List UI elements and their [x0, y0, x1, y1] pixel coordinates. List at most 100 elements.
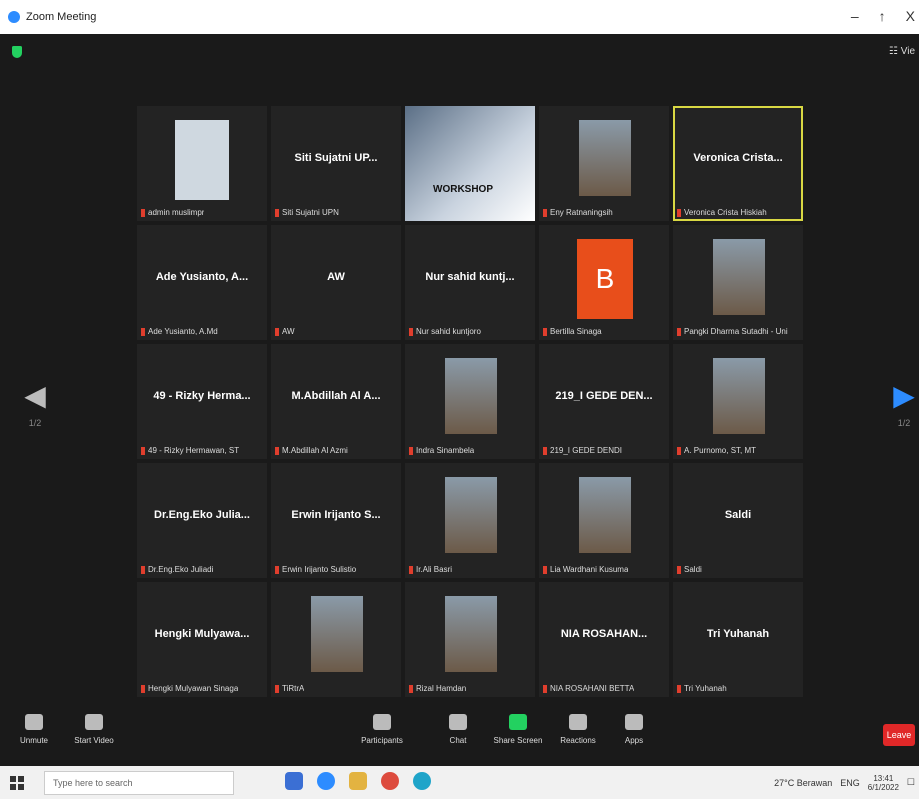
participant-name: A. Purnomo, ST, MT [684, 446, 757, 455]
participant-tile[interactable]: Veronica Crista... Veronica Crista Hiskia… [673, 106, 803, 221]
participant-name-label: Saldi [677, 565, 702, 574]
participant-name: NIA ROSAHANI BETTA [550, 684, 635, 693]
muted-mic-icon [543, 327, 547, 336]
security-shield-icon[interactable] [12, 46, 22, 58]
profile-picture [311, 596, 363, 672]
windows-start-icon[interactable] [10, 775, 24, 790]
participant-tile[interactable]: Erwin Irijanto S... Erwin Irijanto Sulist… [271, 463, 401, 578]
prev-page-button[interactable]: ◀ 1/2 [20, 379, 50, 439]
participant-name-label: 219_I GEDE DENDI [543, 446, 622, 455]
window-titlebar: Zoom Meeting – ↑ X [0, 0, 919, 34]
taskbar-search-input[interactable]: Type here to search [44, 770, 234, 795]
participant-name-label: Ade Yusianto, A.Md [141, 327, 218, 336]
muted-mic-icon [677, 208, 681, 217]
reactions-button[interactable]: Reactions [548, 714, 608, 745]
participant-tile[interactable]: B Bertilla Sinaga [539, 225, 669, 340]
shared-video-image: WORKSHOP [405, 106, 535, 221]
participant-tile[interactable]: Pangki Dharma Sutadhi - Uni [673, 225, 803, 340]
chat-button[interactable]: Chat [428, 714, 488, 745]
participant-display-name: 49 - Rizky Herma... [153, 390, 251, 402]
participant-tile[interactable]: admin muslimpr [137, 106, 267, 221]
meeting-toolbar: Unmute Start Video Participants Chat Sha… [0, 704, 919, 766]
profile-picture [713, 358, 765, 434]
profile-picture [579, 477, 631, 553]
participant-tile[interactable]: Dr.Eng.Eko Julia... Dr.Eng.Eko Juliadi [137, 463, 267, 578]
close-button[interactable]: X [906, 8, 915, 24]
participant-name-label: Pangki Dharma Sutadhi - Uni [677, 327, 788, 336]
view-button[interactable]: ☷ Vie [889, 46, 915, 57]
task-view-icon[interactable] [285, 772, 303, 790]
meeting-area: ☷ Vie ◀ 1/2 ▶ 1/2 admin muslimpr Siti Suj… [0, 34, 919, 704]
participant-tile[interactable]: Eny Ratnaningsih [539, 106, 669, 221]
participant-name-label: Bertilla Sinaga [543, 327, 602, 336]
participant-name-label: admin muslimpr [141, 208, 204, 217]
clock-time[interactable]: 13:41 [873, 774, 893, 783]
participant-tile[interactable]: Rizal Hamdan [405, 582, 535, 697]
participant-name: Tri Yuhanah [684, 684, 727, 693]
chrome-icon[interactable] [381, 772, 399, 790]
participant-tile[interactable]: Lia Wardhani Kusuma [539, 463, 669, 578]
participant-tile[interactable]: Saldi Saldi [673, 463, 803, 578]
participant-name-label: NIA ROSAHANI BETTA [543, 684, 634, 693]
participant-tile[interactable]: Nur sahid kuntj... Nur sahid kuntjoro [405, 225, 535, 340]
participant-tile[interactable]: Tri Yuhanah Tri Yuhanah [673, 582, 803, 697]
participant-name: Rizal Hamdan [416, 684, 467, 693]
participant-tile[interactable]: Siti Sujatni UP... Siti Sujatni UPN [271, 106, 401, 221]
participant-display-name: Siti Sujatni UP... [294, 152, 378, 164]
participant-name-label: Indra Sinambela [409, 446, 474, 455]
participant-tile[interactable]: WORKSHOP [405, 106, 535, 221]
participant-name: Bertilla Sinaga [550, 327, 602, 336]
apps-button[interactable]: Apps [604, 714, 664, 745]
participant-tile[interactable]: Ade Yusianto, A... Ade Yusianto, A.Md [137, 225, 267, 340]
next-page-button[interactable]: ▶ 1/2 [889, 379, 919, 439]
participants-button[interactable]: Participants [352, 714, 412, 745]
participant-name-label: Veronica Crista Hiskiah [677, 208, 767, 217]
participant-tile[interactable]: Hengki Mulyawa... Hengki Mulyawan Sinaga [137, 582, 267, 697]
participant-tile[interactable]: AW AW [271, 225, 401, 340]
participant-name: 219_I GEDE DENDI [550, 446, 623, 455]
participant-tile[interactable]: A. Purnomo, ST, MT [673, 344, 803, 459]
participants-label: Participants [361, 736, 403, 745]
muted-mic-icon [677, 327, 681, 336]
notification-icon[interactable]: ☐ [907, 777, 915, 788]
participant-name-label: M.Abdillah Al Azmi [275, 446, 348, 455]
language-label[interactable]: ENG [840, 778, 860, 788]
share-screen-button[interactable]: Share Screen [488, 714, 548, 745]
participant-tile[interactable]: NIA ROSAHAN... NIA ROSAHANI BETTA [539, 582, 669, 697]
profile-picture [579, 120, 631, 196]
participant-tile[interactable]: TiRtrA [271, 582, 401, 697]
muted-mic-icon [141, 684, 145, 693]
start-video-button[interactable]: Start Video [64, 714, 124, 745]
muted-mic-icon [409, 446, 413, 455]
chevron-right-icon: ▶ [893, 380, 915, 411]
file-explorer-icon[interactable] [349, 772, 367, 790]
start-video-label: Start Video [74, 736, 114, 745]
participant-tile[interactable]: 219_I GEDE DEN... 219_I GEDE DENDI [539, 344, 669, 459]
edge-icon[interactable] [413, 772, 431, 790]
participant-tile[interactable]: M.Abdillah Al A... M.Abdillah Al Azmi [271, 344, 401, 459]
unmute-button[interactable]: Unmute [4, 714, 64, 745]
participant-name-label: A. Purnomo, ST, MT [677, 446, 756, 455]
zoom-app-icon[interactable] [317, 772, 335, 790]
muted-mic-icon [543, 565, 547, 574]
participant-display-name: Nur sahid kuntj... [425, 271, 515, 283]
participant-display-name: AW [327, 271, 345, 283]
participant-name: Lia Wardhani Kusuma [550, 565, 629, 574]
participant-tile[interactable]: Indra Sinambela [405, 344, 535, 459]
zoom-logo-icon [8, 11, 20, 23]
participant-name: Pangki Dharma Sutadhi - Uni [684, 327, 788, 336]
weather-label[interactable]: 27°C Berawan [774, 778, 832, 788]
unmute-label: Unmute [19, 736, 48, 745]
search-placeholder: Type here to search [53, 777, 133, 788]
participant-name-label: Dr.Eng.Eko Juliadi [141, 565, 213, 574]
maximize-button[interactable]: ↑ [879, 8, 886, 24]
participant-tile[interactable]: Ir.Ali Basri [405, 463, 535, 578]
participant-tile[interactable]: 49 - Rizky Herma... 49 - Rizky Hermawan, … [137, 344, 267, 459]
window-title: Zoom Meeting [26, 11, 97, 23]
share-screen-icon [509, 714, 527, 730]
leave-button[interactable]: Leave [883, 724, 915, 746]
gallery-grid: admin muslimpr Siti Sujatni UP... Siti Suj… [137, 106, 805, 697]
clock-date[interactable]: 6/1/2022 [868, 783, 899, 792]
participant-name-label: Nur sahid kuntjoro [409, 327, 481, 336]
minimize-button[interactable]: – [851, 8, 859, 24]
